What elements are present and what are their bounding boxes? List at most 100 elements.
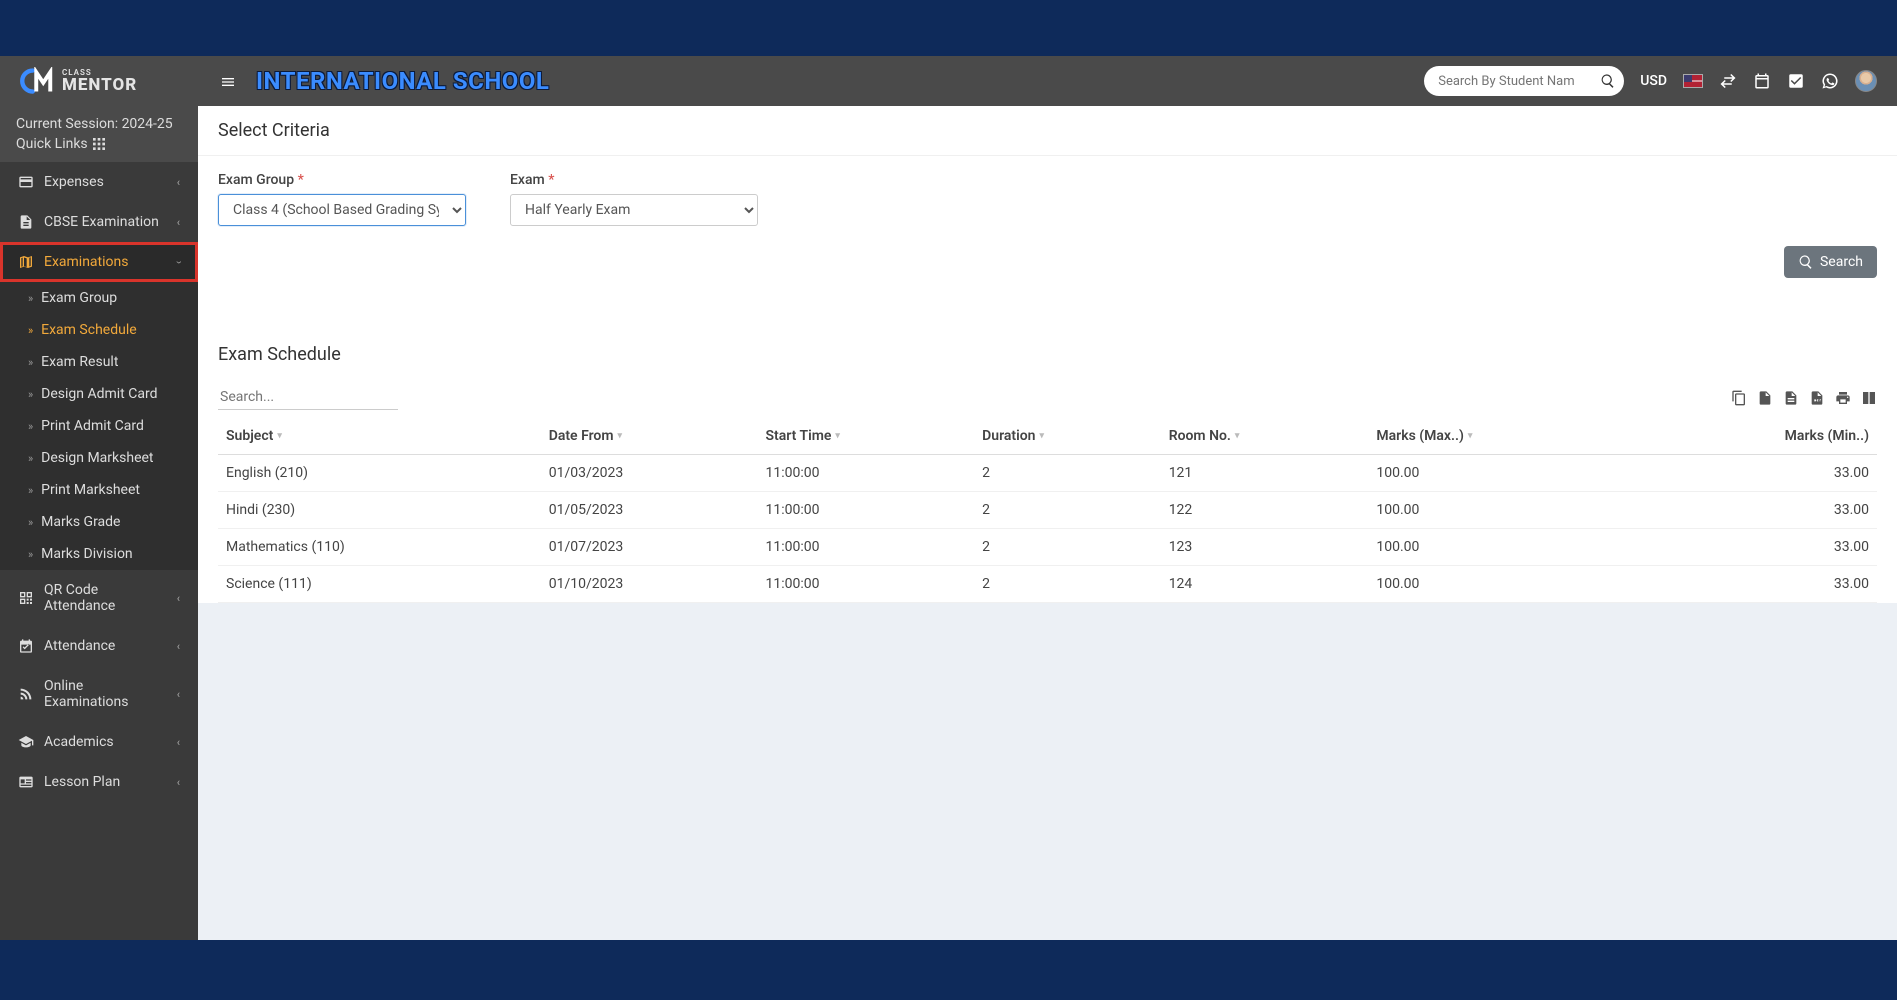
header-marks-min[interactable]: Marks (Min..): [1637, 418, 1877, 455]
table-row: Science (111)01/10/202311:00:002124100.0…: [218, 566, 1877, 603]
header-duration[interactable]: Duration: [974, 418, 1161, 455]
sidebar-sub-label: Exam Group: [41, 290, 117, 306]
sidebar-item-label: Attendance: [44, 638, 115, 654]
sidebar-sub-exam-group[interactable]: » Exam Group: [0, 282, 198, 314]
main-content: Select Criteria Exam Group * Class 4 (Sc…: [198, 106, 1897, 940]
quick-links-grid-icon[interactable]: [91, 136, 107, 152]
sidebar-item-academics[interactable]: Academics ‹: [0, 722, 198, 762]
global-search-input[interactable]: [1424, 66, 1624, 96]
sidebar-sub-exam-result[interactable]: » Exam Result: [0, 346, 198, 378]
header-subject[interactable]: Subject: [218, 418, 541, 455]
cell-date-from: 01/03/2023: [541, 455, 758, 492]
quick-links-label[interactable]: Quick Links: [16, 136, 88, 152]
table-row: English (210)01/03/202311:00:002121100.0…: [218, 455, 1877, 492]
sidebar-sub-print-admit-card[interactable]: » Print Admit Card: [0, 410, 198, 442]
chevron-down-icon: ‹: [172, 261, 185, 264]
cell-marks-max: 100.00: [1368, 492, 1636, 529]
sidebar-item-label: Academics: [44, 734, 114, 750]
print-icon[interactable]: [1835, 389, 1851, 405]
table-tool-icons: [1731, 389, 1877, 405]
exam-select[interactable]: Half Yearly Exam: [510, 194, 758, 226]
cell-duration: 2: [974, 566, 1161, 603]
cell-marks-max: 100.00: [1368, 529, 1636, 566]
header-start-time[interactable]: Start Time: [757, 418, 974, 455]
menu-toggle-icon[interactable]: [216, 67, 240, 96]
table-row: Hindi (230)01/05/202311:00:002122100.003…: [218, 492, 1877, 529]
header-date-from[interactable]: Date From: [541, 418, 758, 455]
double-chevron-icon: »: [28, 388, 33, 401]
header-room-no[interactable]: Room No.: [1161, 418, 1369, 455]
search-icon: [1798, 254, 1814, 270]
cell-marks-min: 33.00: [1637, 455, 1877, 492]
whatsapp-icon[interactable]: [1821, 72, 1839, 90]
sidebar-sub-label: Exam Schedule: [41, 322, 136, 338]
sidebar-sub-design-marksheet[interactable]: » Design Marksheet: [0, 442, 198, 474]
cell-duration: 2: [974, 492, 1161, 529]
chevron-left-icon: ‹: [177, 776, 180, 789]
logo-icon: [20, 67, 56, 95]
sidebar-item-lesson-plan[interactable]: Lesson Plan ‹: [0, 762, 198, 802]
qrcode-icon: [18, 590, 34, 606]
sidebar-item-label: QR Code Attendance: [44, 582, 167, 614]
global-search-button[interactable]: [1600, 73, 1616, 89]
table-search-input[interactable]: [218, 385, 398, 410]
user-avatar[interactable]: [1855, 70, 1877, 92]
sidebar-sub-label: Print Marksheet: [41, 482, 140, 498]
chevron-left-icon: ‹: [177, 176, 180, 189]
map-icon: [18, 254, 34, 270]
sidebar-item-attendance[interactable]: Attendance ‹: [0, 626, 198, 666]
csv-icon[interactable]: [1783, 389, 1799, 405]
cell-subject: Mathematics (110): [218, 529, 541, 566]
sidebar-item-label: Lesson Plan: [44, 774, 120, 790]
cell-marks-max: 100.00: [1368, 566, 1636, 603]
calendar-icon[interactable]: [1753, 72, 1771, 90]
cell-subject: Science (111): [218, 566, 541, 603]
sidebar-sub-label: Design Marksheet: [41, 450, 153, 466]
double-chevron-icon: »: [28, 324, 33, 337]
sidebar-item-cbse-examination[interactable]: CBSE Examination ‹: [0, 202, 198, 242]
copy-icon[interactable]: [1731, 389, 1747, 405]
cell-duration: 2: [974, 529, 1161, 566]
sidebar-sub-marks-grade[interactable]: » Marks Grade: [0, 506, 198, 538]
double-chevron-icon: »: [28, 548, 33, 561]
sidebar-sub-exam-schedule[interactable]: » Exam Schedule: [0, 314, 198, 346]
excel-icon[interactable]: [1757, 389, 1773, 405]
sidebar-item-examinations[interactable]: Examinations ‹: [0, 242, 198, 282]
graduation-cap-icon: [18, 734, 34, 750]
logo[interactable]: CLASS MENTOR: [20, 67, 200, 95]
cell-room-no: 121: [1161, 455, 1369, 492]
currency-selector[interactable]: USD: [1640, 73, 1667, 89]
sidebar-sub-print-marksheet[interactable]: » Print Marksheet: [0, 474, 198, 506]
cell-start-time: 11:00:00: [757, 492, 974, 529]
sidebar-item-online-examinations[interactable]: Online Examinations ‹: [0, 666, 198, 722]
search-button[interactable]: Search: [1784, 246, 1877, 278]
sidebar-sub-marks-division[interactable]: » Marks Division: [0, 538, 198, 570]
credit-card-icon: [18, 174, 34, 190]
cell-subject: Hindi (230): [218, 492, 541, 529]
pdf-icon[interactable]: [1809, 389, 1825, 405]
transfer-icon[interactable]: [1719, 72, 1737, 90]
sidebar-sub-design-admit-card[interactable]: » Design Admit Card: [0, 378, 198, 410]
school-name: INTERNATIONAL SCHOOL: [256, 67, 549, 95]
tasks-check-icon[interactable]: [1787, 72, 1805, 90]
sidebar-item-label: Online Examinations: [44, 678, 167, 710]
newspaper-icon: [18, 774, 34, 790]
chevron-left-icon: ‹: [177, 592, 180, 605]
header-marks-max[interactable]: Marks (Max..): [1368, 418, 1636, 455]
sidebar-item-qr-attendance[interactable]: QR Code Attendance ‹: [0, 570, 198, 626]
sidebar-item-expenses[interactable]: Expenses ‹: [0, 162, 198, 202]
columns-icon[interactable]: [1861, 389, 1877, 405]
cell-start-time: 11:00:00: [757, 566, 974, 603]
sidebar-sub-label: Marks Grade: [41, 514, 120, 530]
sidebar-sub-label: Design Admit Card: [41, 386, 157, 402]
exam-group-select[interactable]: Class 4 (School Based Grading System): [218, 194, 466, 226]
cell-date-from: 01/07/2023: [541, 529, 758, 566]
global-search: [1424, 66, 1624, 96]
sidebar-item-label: Expenses: [44, 174, 104, 190]
language-flag-icon[interactable]: [1683, 74, 1703, 88]
cell-start-time: 11:00:00: [757, 529, 974, 566]
sidebar: Current Session: 2024-25 Quick Links Exp…: [0, 106, 198, 940]
schedule-title: Exam Schedule: [198, 328, 1897, 381]
select-criteria-panel: Select Criteria Exam Group * Class 4 (Sc…: [198, 106, 1897, 603]
current-session-label: Current Session: 2024-25: [16, 116, 182, 132]
